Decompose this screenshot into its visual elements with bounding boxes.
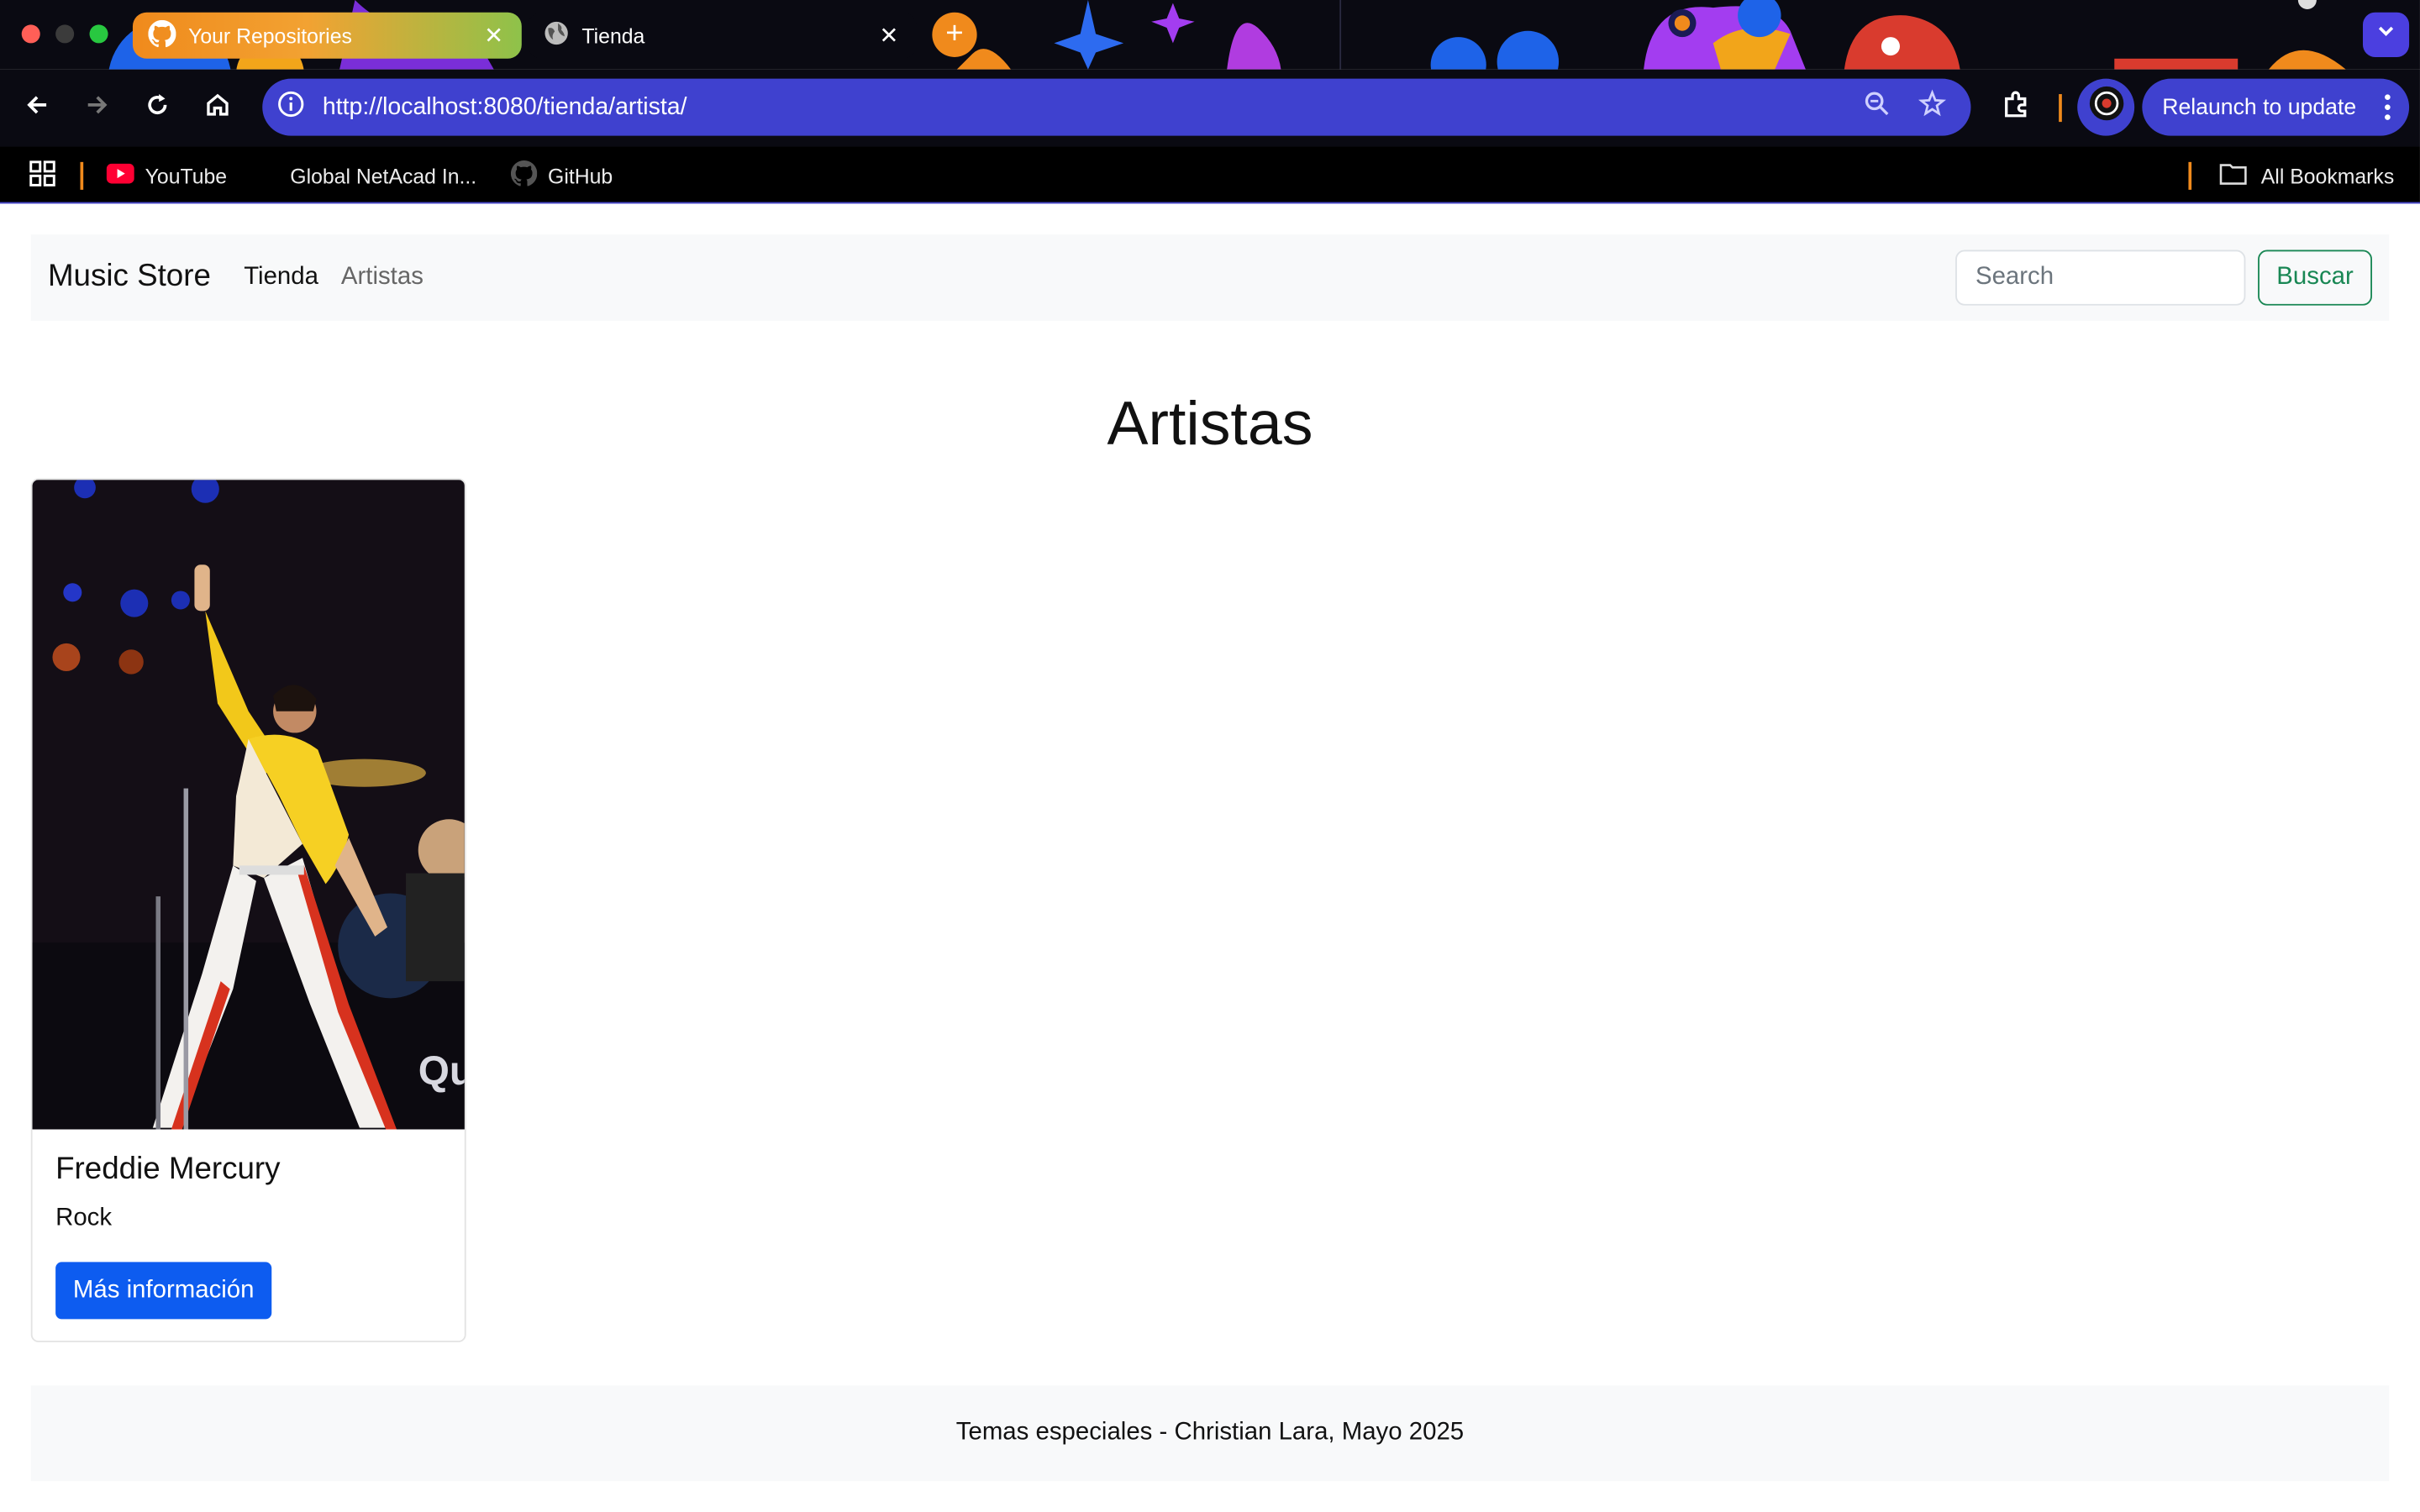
github-icon [510,160,538,192]
bookmark-divider [80,161,84,190]
nav-link-artistas[interactable]: Artistas [341,264,424,291]
bookmark-label: YouTube [145,164,228,188]
all-bookmarks-label: All Bookmarks [2260,164,2395,188]
bookmarks-bar: YouTube Global NetAcad In... GitHub All … [0,146,2420,204]
tab-search-button[interactable] [2362,12,2410,57]
tab-your-repositories[interactable]: Your Repositories ✕ [132,12,522,59]
artist-name: Freddie Mercury [55,1152,281,1187]
folder-icon [2219,162,2247,190]
site-navbar: Music Store Tienda Artistas Buscar [30,234,2390,322]
brand-link[interactable]: Music Store [48,260,211,295]
minimize-window-button[interactable] [55,24,75,44]
artist-genre: Rock [55,1205,113,1231]
chevron-down-icon [2375,20,2397,50]
address-bar[interactable]: http://localhost:8080/tienda/artista/ [262,78,1971,136]
relaunch-label: Relaunch to update [2162,94,2357,120]
browser-toolbar: http://localhost:8080/tienda/artista/ Re… [0,69,2420,147]
artist-photo: Qu [32,480,465,1130]
page-title: Artistas [1107,390,1313,459]
all-bookmarks-button[interactable]: All Bookmarks [2219,160,2394,192]
site-footer: Temas especiales - Christian Lara, Mayo … [30,1385,2390,1482]
tab-strip: Your Repositories ✕ Tienda ✕ + [0,0,2420,70]
close-tab-icon[interactable]: ✕ [481,22,506,50]
tab-tienda[interactable]: Tienda ✕ [528,12,917,59]
home-icon [203,90,231,125]
zoom-icon[interactable] [1863,90,1891,125]
avatar [2087,85,2124,129]
github-icon [148,18,176,52]
profile-button[interactable] [2077,78,2135,136]
extensions-button[interactable] [1996,88,2036,129]
youtube-icon [106,163,134,188]
close-window-button[interactable] [21,24,40,44]
globe-icon [544,20,570,51]
bookmark-label: Global NetAcad In... [290,164,477,188]
buscar-button[interactable]: Buscar [2258,249,2373,306]
folder-icon [251,162,279,190]
puzzle-icon [2000,89,2031,128]
url-text[interactable]: http://localhost:8080/tienda/artista/ [323,93,1863,121]
artist-card: Qu Freddie Mercury Rock Más información [30,478,466,1342]
search-input[interactable] [1955,249,2246,306]
arrow-left-icon [24,90,51,125]
tab-label: Tienda [581,24,645,48]
tab-label: Your Repositories [188,24,352,48]
more-vert-icon[interactable] [2385,94,2391,127]
footer-text: Temas especiales - Christian Lara, Mayo … [955,1419,1465,1446]
home-button[interactable] [197,88,238,129]
reload-icon [144,90,171,125]
forward-button[interactable] [77,88,118,129]
maximize-window-button[interactable] [89,24,108,44]
bookmark-star-icon[interactable] [1918,89,1947,125]
back-button[interactable] [17,88,57,129]
close-tab-icon[interactable]: ✕ [876,22,901,50]
apps-button[interactable] [29,160,55,192]
bookmark-global-netacad[interactable]: Global NetAcad In... [251,160,476,192]
reload-button[interactable] [137,88,177,129]
apps-grid-icon [29,160,55,192]
bookmark-youtube[interactable]: YouTube [106,160,228,192]
browser-window: Your Repositories ✕ Tienda ✕ + http://lo… [0,0,2420,1512]
arrow-right-icon [83,90,111,125]
more-info-button[interactable]: Más información [55,1262,272,1320]
new-tab-button[interactable]: + [932,12,977,57]
nav-link-tienda[interactable]: Tienda [244,264,318,291]
site-info-icon[interactable] [278,90,304,123]
svg-text:Qu: Qu [418,1049,465,1094]
bookmark-github[interactable]: GitHub [510,160,613,192]
plus-icon: + [945,17,964,51]
toolbar-divider [2059,94,2062,123]
relaunch-button[interactable]: Relaunch to update [2142,78,2410,136]
bookmark-divider [2188,161,2192,190]
bookmark-label: GitHub [548,164,613,188]
